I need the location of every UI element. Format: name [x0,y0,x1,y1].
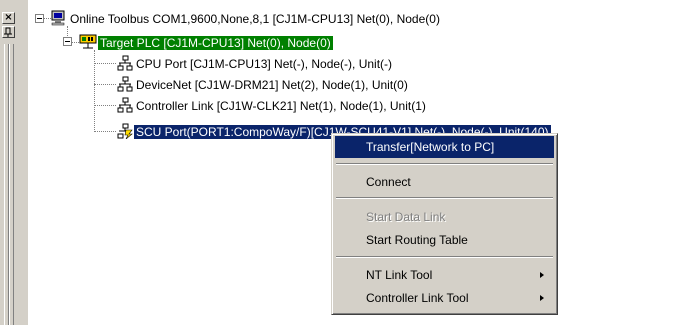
tree-connector [94,63,116,65]
menu-item-label: NT Link Tool [366,268,433,282]
menu-item-connect[interactable]: Connect [335,171,554,193]
network-port-icon [117,97,133,113]
tree-connector [94,84,116,86]
network-port-icon [117,55,133,71]
menu-item-label: Controller Link Tool [366,291,469,305]
pc-monitor-icon [50,10,66,26]
tree-item-label: DeviceNet [CJ1W-DRM21] Net(2), Node(1), … [136,78,408,92]
collapse-toggle[interactable] [63,37,72,46]
tree-item-root[interactable]: Online Toolbus COM1,9600,None,8,1 [CJ1M-… [68,9,442,27]
tree-item-target-plc[interactable]: Target PLC [CJ1M-CPU13] Net(0), Node(0) [98,33,333,51]
menu-item-transfer-network-to-pc[interactable]: Transfer[Network to PC] [335,136,554,158]
menu-item-label: Connect [366,175,411,189]
menu-item-label: Transfer[Network to PC] [366,140,495,154]
tree-item-controller-link[interactable]: Controller Link [CJ1W-CLK21] Net(1), Nod… [134,96,428,114]
collapse-toggle[interactable] [35,14,44,23]
menu-item-controller-link-tool[interactable]: Controller Link Tool [335,287,554,309]
menu-item-label: Start Routing Table [366,233,468,247]
scu-port-icon [117,123,133,140]
menu-separator [336,256,553,258]
menu-separator [336,197,553,199]
menu-item-label: Start Data Link [366,210,446,224]
menu-separator [336,163,553,165]
tree-connector [94,131,116,133]
tree-item-label: CPU Port [CJ1M-CPU13] Net(-), Node(-), U… [136,57,393,71]
submenu-arrow-icon [540,295,544,301]
tree-connector [94,105,116,107]
menu-item-start-routing-table[interactable]: Start Routing Table [335,229,554,251]
plc-icon [79,33,97,49]
tree-item-label: Controller Link [CJ1W-CLK21] Net(1), Nod… [136,99,426,113]
menu-item-nt-link-tool[interactable]: NT Link Tool [335,264,554,286]
tree-item-devicenet[interactable]: DeviceNet [CJ1W-DRM21] Net(2), Node(1), … [134,75,410,93]
context-menu: Transfer[Network to PC] Connect Start Da… [331,133,558,315]
tree-item-label: Online Toolbus COM1,9600,None,8,1 [CJ1M-… [70,12,440,26]
tree-item-label: Target PLC [CJ1M-CPU13] Net(0), Node(0) [98,36,333,50]
network-port-icon [117,76,133,92]
tree-item-cpu-port[interactable]: CPU Port [CJ1M-CPU13] Net(-), Node(-), U… [134,54,394,72]
menu-item-start-data-link[interactable]: Start Data Link [335,206,554,228]
submenu-arrow-icon [540,272,544,278]
